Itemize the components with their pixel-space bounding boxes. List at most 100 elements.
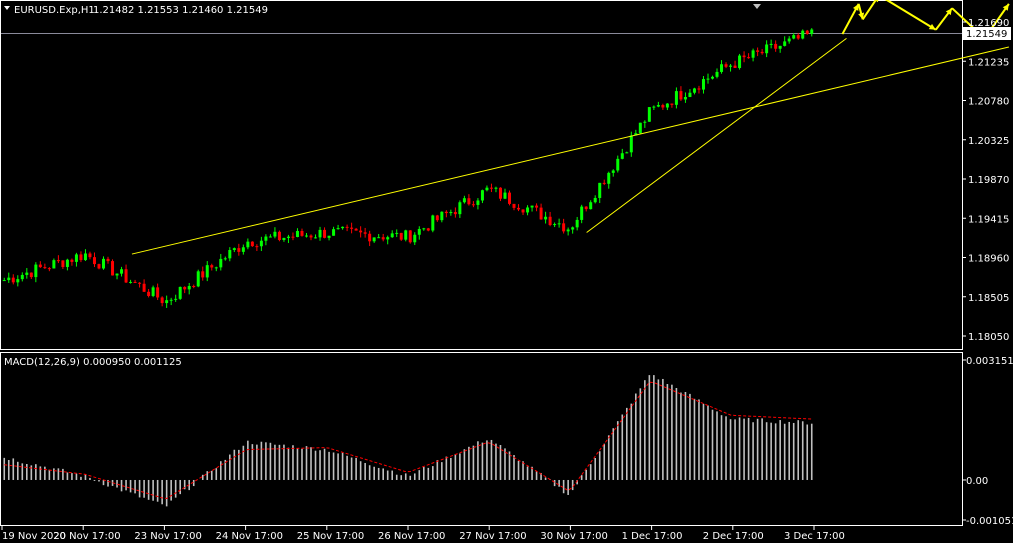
candle-body <box>647 107 651 122</box>
candle-body <box>711 76 714 79</box>
candle-body <box>196 271 200 287</box>
candle-body <box>354 228 358 231</box>
candle-body <box>408 230 412 243</box>
candle-body <box>106 258 110 262</box>
candle-body <box>129 281 133 283</box>
chart-window[interactable]: EURUSD.Exp,H1 1.21482 1.21553 1.21460 1.… <box>0 0 1013 543</box>
candle-body <box>70 259 74 262</box>
candle-body <box>102 258 105 269</box>
candle-body <box>598 182 602 198</box>
candle-body <box>444 211 448 214</box>
candle-body <box>765 44 769 54</box>
price-tick-label: 1.19870 <box>968 175 1009 186</box>
candle-body <box>431 215 435 231</box>
candle-body <box>720 64 724 72</box>
candle-body <box>661 105 665 108</box>
candle-body <box>29 272 33 278</box>
candle-body <box>801 30 805 39</box>
candle-body <box>309 235 313 238</box>
candle-body <box>74 254 78 262</box>
candle-body <box>210 265 214 268</box>
candle-body <box>160 297 164 304</box>
candle-body <box>92 257 96 265</box>
candle-body <box>318 229 322 238</box>
candle-body <box>399 232 403 240</box>
candle-body <box>562 223 566 232</box>
candle-body <box>517 207 521 210</box>
candle-body <box>43 267 47 269</box>
candle-body <box>65 259 69 267</box>
candle-body <box>715 71 719 77</box>
candle-body <box>20 274 24 280</box>
price-tick-label: 1.21235 <box>968 57 1009 68</box>
candle-body <box>751 50 755 58</box>
time-tick-label: 2 Dec 17:00 <box>703 531 764 542</box>
candle-body <box>372 237 376 242</box>
candle-body <box>151 287 155 296</box>
candle-body <box>674 91 678 105</box>
candle-body <box>670 103 674 105</box>
candle-body <box>769 43 773 45</box>
candle-body <box>327 235 331 238</box>
candle-body <box>156 287 160 298</box>
candle-body <box>124 269 128 283</box>
candle-body <box>386 237 390 240</box>
macd-tick-label: -0.001051 <box>966 516 1013 527</box>
candle-body <box>138 282 142 284</box>
candle-body <box>485 187 489 191</box>
candle-body <box>530 205 534 208</box>
candle-body <box>733 65 737 68</box>
candle-body <box>187 286 191 290</box>
price-tick-label: 1.20325 <box>968 136 1009 147</box>
candle-body <box>11 277 15 283</box>
candle-body <box>805 30 809 34</box>
candle-body <box>756 50 760 52</box>
candle-body <box>395 232 399 234</box>
price-tick-label: 1.18050 <box>968 332 1009 343</box>
candle-body <box>38 264 42 268</box>
candle-body <box>796 35 800 39</box>
price-axis: 1.216901.212351.207801.203251.198701.194… <box>962 18 1009 343</box>
candle-body <box>593 197 597 203</box>
candle-body <box>480 190 484 201</box>
candle-body <box>489 187 493 189</box>
candle-body <box>683 96 687 100</box>
candle-body <box>246 241 250 248</box>
candle-body <box>16 279 20 283</box>
candle-body <box>738 55 742 68</box>
candle-body <box>602 182 606 184</box>
candle-body <box>237 248 241 252</box>
candle-body <box>747 57 751 59</box>
candle-body <box>792 35 796 39</box>
candle-body <box>183 286 187 290</box>
candle-body <box>548 216 552 226</box>
candle-body <box>607 172 611 184</box>
time-tick-label: 30 Nov 17:00 <box>540 531 607 542</box>
candle-body <box>778 45 782 49</box>
candle-body <box>219 258 223 268</box>
candle-body <box>616 158 620 171</box>
candle-body <box>440 211 444 221</box>
candle-body <box>557 223 561 225</box>
candle-body <box>47 268 51 270</box>
candle-body <box>453 212 457 215</box>
candle-body <box>7 277 11 281</box>
candle-body <box>341 226 345 229</box>
symbol-label: EURUSD.Exp,H1 <box>14 5 95 16</box>
candle-body <box>701 79 705 90</box>
candle-body <box>625 152 629 154</box>
candle-body <box>566 229 570 232</box>
candle-body <box>264 236 268 241</box>
candle-body <box>300 230 304 236</box>
candle-body <box>404 230 408 240</box>
candle-body <box>61 260 65 267</box>
ohlc-values: 1.21482 1.21553 1.21460 1.21549 <box>93 5 268 16</box>
candle-body <box>575 219 579 228</box>
candle-body <box>277 231 281 241</box>
time-tick-label: 24 Nov 17:00 <box>216 531 283 542</box>
current-price-text: 1.21549 <box>966 29 1007 40</box>
candle-body <box>228 250 232 259</box>
candle-body <box>142 283 146 292</box>
candle-body <box>498 187 502 199</box>
time-tick-label: 20 Nov 17:00 <box>53 531 120 542</box>
